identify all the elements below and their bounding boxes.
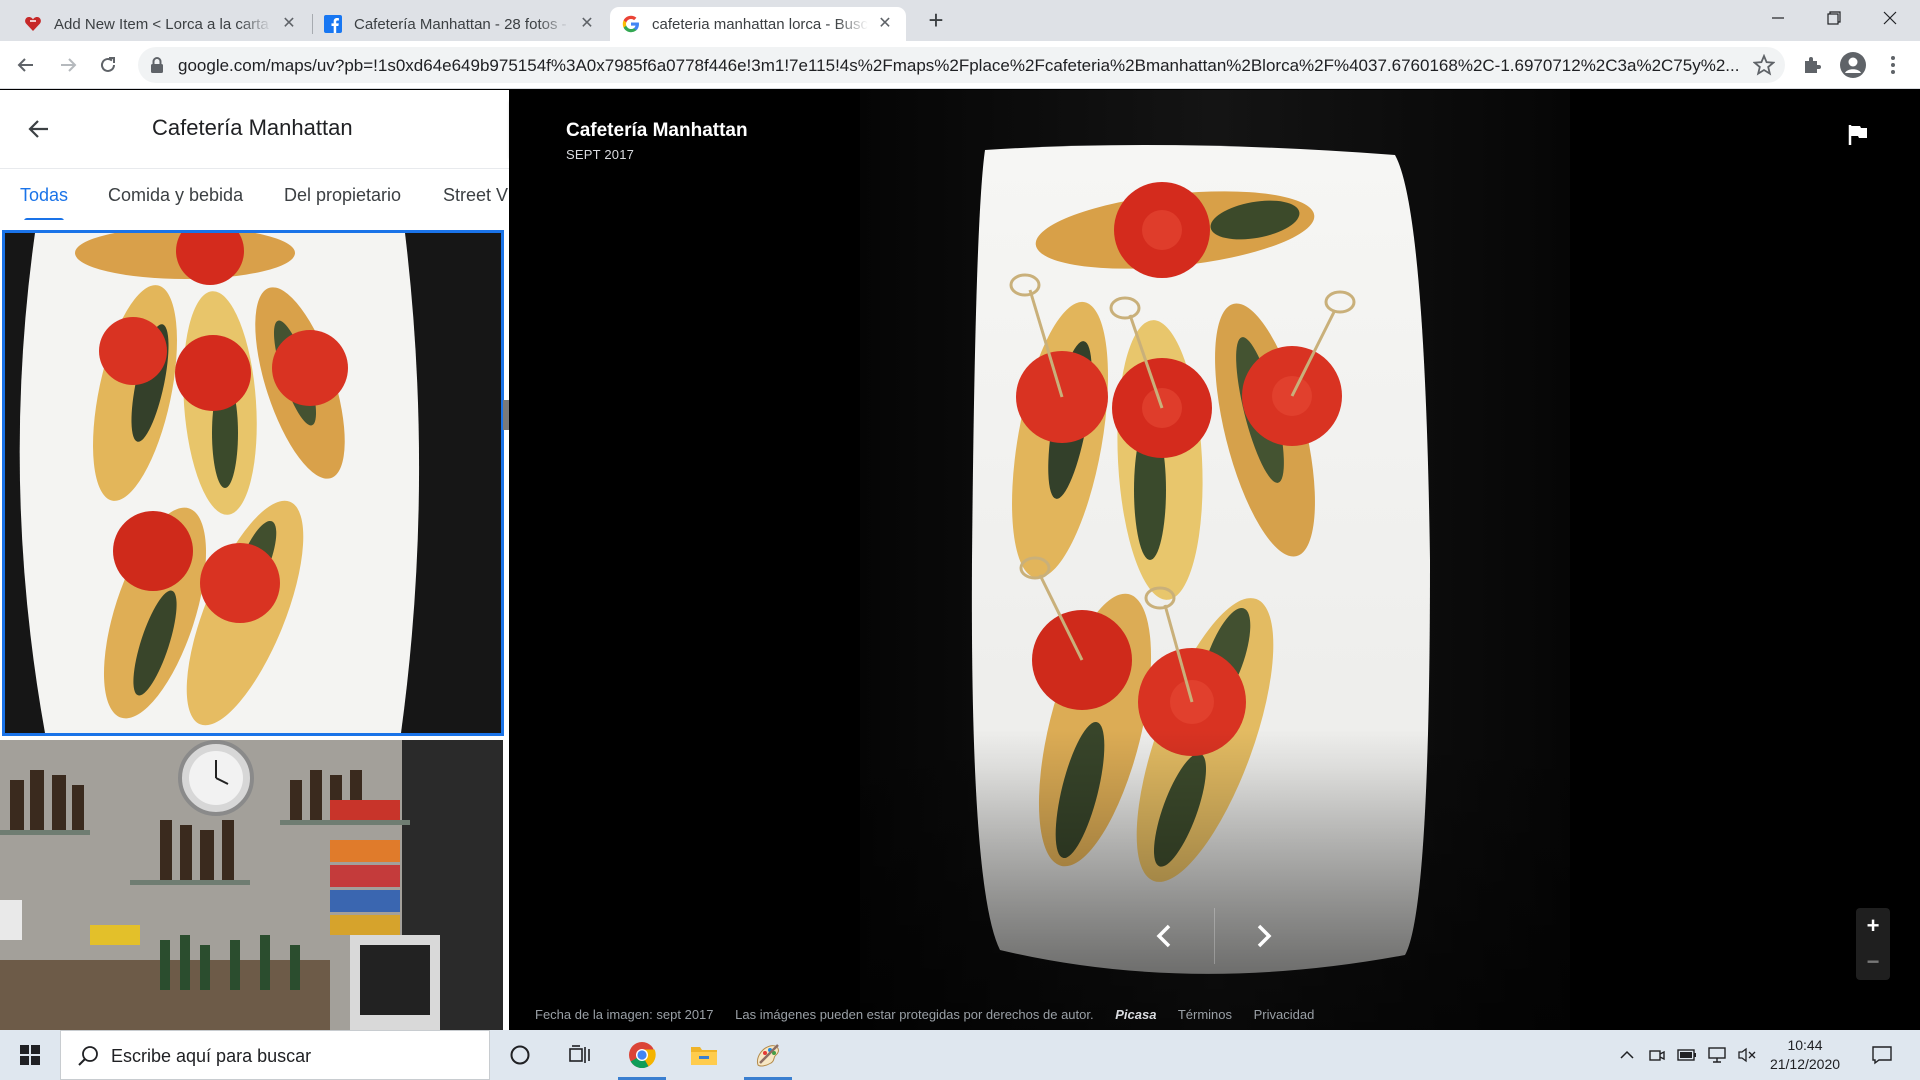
photo-viewer: Cafetería Manhattan SEPT 2017 + − Fecha … [510, 90, 1920, 1030]
facebook-icon [324, 15, 342, 33]
taskbar-search-box[interactable]: Escribe aquí para buscar [60, 1030, 490, 1080]
forward-button[interactable] [52, 49, 84, 81]
side-panel-scrollbar[interactable] [503, 400, 509, 430]
bar-interior-thumbnail-image [0, 740, 503, 1030]
privacy-link[interactable]: Privacidad [1254, 1007, 1315, 1022]
zoom-in-button[interactable]: + [1856, 908, 1890, 944]
viewer-place-title: Cafetería Manhattan [566, 120, 748, 141]
windows-logo-icon [20, 1045, 40, 1065]
reload-button[interactable] [92, 49, 124, 81]
search-icon [77, 1045, 99, 1072]
show-hidden-icons-chevron-icon[interactable] [1612, 1030, 1642, 1080]
food-plate-photo [860, 90, 1570, 1030]
side-panel-header: Cafetería Manhattan [0, 90, 509, 168]
extensions-puzzle-icon[interactable] [1796, 49, 1828, 81]
task-view-icon[interactable] [552, 1030, 608, 1080]
tab-comida-y-bebida[interactable]: Comida y bebida [108, 169, 243, 220]
tab-title: Add New Item < Lorca a la carta [54, 15, 269, 33]
photo-category-tabs: Todas Comida y bebida Del propietario St… [0, 168, 509, 220]
restore-button[interactable] [1806, 0, 1862, 36]
battery-icon[interactable] [1672, 1030, 1702, 1080]
zoom-out-button[interactable]: − [1856, 944, 1890, 980]
viewer-footer: Fecha de la imagen: sept 2017 Las imágen… [535, 1007, 1332, 1022]
network-icon[interactable] [1702, 1030, 1732, 1080]
browser-toolbar: google.com/maps/uv?pb=!1s0xd64e649b97515… [0, 41, 1920, 89]
nav-divider [1214, 908, 1215, 964]
tab-del-propietario[interactable]: Del propietario [284, 169, 401, 220]
profile-avatar-icon[interactable] [1837, 49, 1869, 81]
start-button[interactable] [0, 1030, 60, 1080]
address-bar[interactable]: google.com/maps/uv?pb=!1s0xd64e649b97515… [138, 47, 1785, 83]
next-photo-button[interactable] [1236, 908, 1292, 964]
clock-time: 10:44 [1787, 1037, 1823, 1053]
clock-date: 21/12/2020 [1769, 1056, 1841, 1072]
windows-taskbar: Escribe aquí para buscar 10:44 21/12/202… [0, 1030, 1920, 1080]
google-icon [622, 15, 640, 33]
bookmark-star-icon[interactable] [1752, 53, 1776, 81]
zoom-control: + − [1856, 908, 1890, 980]
previous-photo-button[interactable] [1136, 908, 1192, 964]
close-window-button[interactable] [1862, 0, 1918, 36]
main-photo[interactable] [860, 90, 1570, 1030]
meet-now-icon[interactable] [1642, 1030, 1672, 1080]
image-date-text: Fecha de la imagen: sept 2017 [535, 1007, 714, 1022]
photo-side-panel: Cafetería Manhattan Todas Comida y bebid… [0, 90, 509, 1030]
food-plate-thumbnail-image [5, 233, 501, 733]
terms-link[interactable]: Términos [1178, 1007, 1232, 1022]
browser-tab-facebook[interactable]: Cafetería Manhattan - 28 fotos - ✕ [312, 7, 608, 41]
close-icon[interactable]: ✕ [876, 15, 894, 33]
photo-thumbnail-bar[interactable] [0, 740, 503, 1030]
picasa-source-link[interactable]: Picasa [1115, 1007, 1156, 1022]
notifications-icon[interactable] [1862, 1030, 1902, 1080]
cortana-circle-icon[interactable] [492, 1030, 548, 1080]
chevron-left-icon [1156, 924, 1171, 948]
site-heart-icon [24, 15, 42, 33]
lock-icon[interactable] [150, 56, 164, 79]
browser-tab-strip: Add New Item < Lorca a la carta ✕ Cafete… [0, 0, 1920, 41]
chevron-right-icon [1257, 924, 1272, 948]
viewer-photo-date: SEPT 2017 [566, 147, 635, 162]
menu-kebab-icon[interactable] [1877, 49, 1909, 81]
tab-title: cafeteria manhattan lorca - Busca [652, 15, 868, 33]
close-icon[interactable]: ✕ [578, 15, 596, 33]
close-icon[interactable]: ✕ [280, 15, 298, 33]
system-clock[interactable]: 10:44 21/12/2020 [1762, 1036, 1848, 1074]
minimize-button[interactable] [1750, 0, 1806, 36]
url-text: google.com/maps/uv?pb=!1s0xd64e649b97515… [178, 56, 1740, 75]
chrome-taskbar-icon[interactable] [614, 1030, 670, 1080]
report-flag-icon[interactable] [1848, 124, 1868, 151]
back-arrow-icon[interactable] [24, 114, 54, 144]
tab-title: Cafetería Manhattan - 28 fotos - [354, 15, 567, 33]
paint-app-icon[interactable] [740, 1030, 796, 1080]
tab-todas[interactable]: Todas [20, 169, 68, 220]
taskbar-search-placeholder: Escribe aquí para buscar [111, 1046, 312, 1066]
copyright-notice: Las imágenes pueden estar protegidas por… [735, 1007, 1094, 1022]
back-button[interactable] [10, 49, 42, 81]
browser-tab-google-search[interactable]: cafeteria manhattan lorca - Busca ✕ [610, 7, 906, 41]
browser-tab-add-new-item[interactable]: Add New Item < Lorca a la carta ✕ [12, 7, 310, 41]
screen: Add New Item < Lorca a la carta ✕ Cafete… [0, 0, 1920, 1080]
file-explorer-icon[interactable] [676, 1030, 732, 1080]
new-tab-button[interactable]: + [922, 7, 950, 35]
side-panel-title: Cafetería Manhattan [152, 115, 353, 140]
tab-street-view[interactable]: Street V [443, 169, 508, 220]
volume-muted-icon[interactable] [1732, 1030, 1762, 1080]
photo-thumbnail-selected[interactable] [2, 230, 504, 736]
